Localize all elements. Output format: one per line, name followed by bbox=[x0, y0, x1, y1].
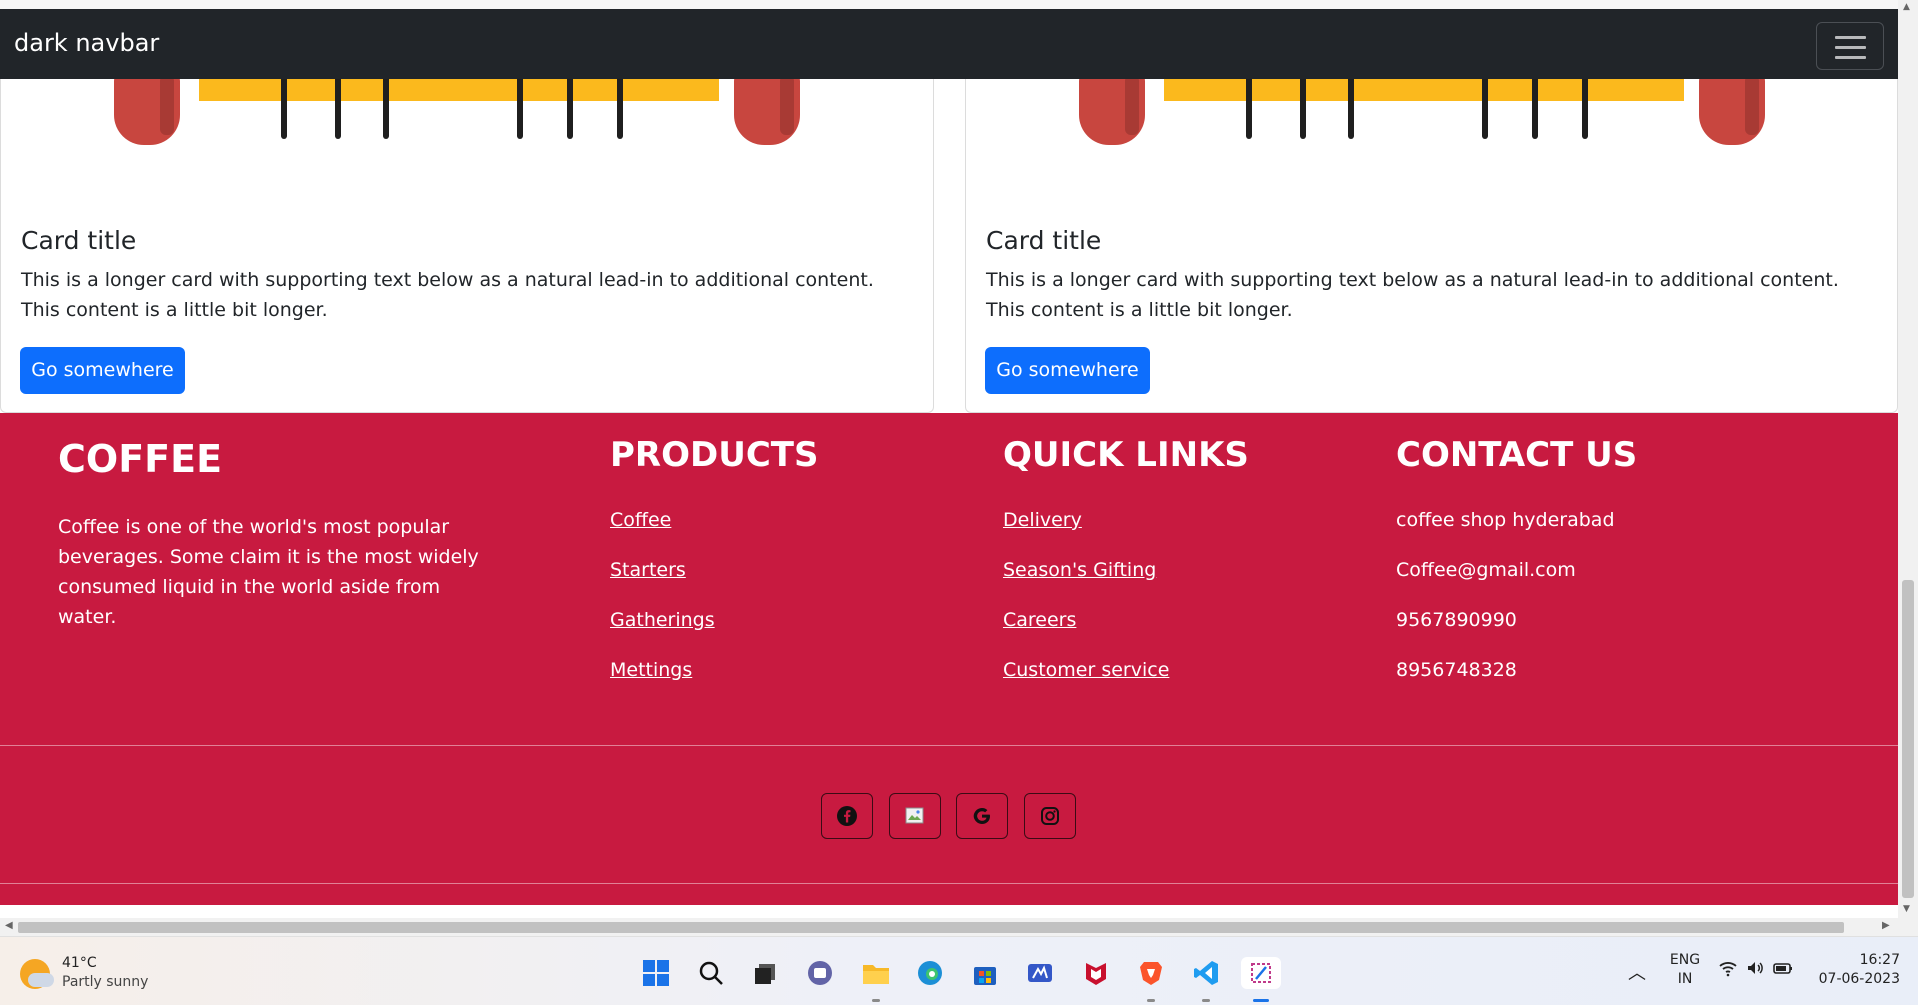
dark-navbar: dark navbar bbox=[0, 9, 1898, 79]
footer-about-title: COFFEE bbox=[58, 437, 223, 481]
navbar-toggler-button[interactable] bbox=[1816, 22, 1884, 70]
scroll-up-arrow-icon[interactable]: ▲ bbox=[1903, 2, 1910, 12]
broken-image-icon bbox=[905, 807, 924, 824]
system-tray-icons[interactable] bbox=[1718, 959, 1794, 977]
footer-link-starters[interactable]: Starters bbox=[610, 559, 686, 581]
language-indicator[interactable]: ENG IN bbox=[1668, 951, 1702, 989]
scroll-down-arrow-icon[interactable]: ▼ bbox=[1903, 904, 1910, 914]
vertical-scrollbar[interactable]: ▲ ▼ bbox=[1898, 0, 1918, 936]
contact-phone-2: 8956748328 bbox=[1396, 659, 1517, 681]
speaker-icon bbox=[1748, 962, 1763, 974]
search-icon[interactable] bbox=[695, 957, 727, 989]
lang-line-1: ENG bbox=[1669, 952, 1701, 968]
plant-pot-right bbox=[734, 63, 800, 145]
brave-icon[interactable] bbox=[1135, 957, 1167, 989]
vscode-icon[interactable] bbox=[1190, 957, 1222, 989]
footer-link-coffee[interactable]: Coffee bbox=[610, 509, 671, 531]
horizontal-scrollbar[interactable]: ◀ ▶ bbox=[0, 918, 1898, 936]
chevron-up-icon[interactable]: ︿ bbox=[1628, 959, 1646, 985]
clock-date: 07-06-2023 bbox=[1818, 971, 1900, 987]
system-clock[interactable]: 16:27 07-06-2023 bbox=[1810, 951, 1900, 989]
footer-about-text: Coffee is one of the world's most popula… bbox=[58, 516, 479, 628]
navbar-brand[interactable]: dark navbar bbox=[14, 29, 159, 57]
footer-contact-title: CONTACT US bbox=[1396, 435, 1638, 475]
weather-temperature: 41°C bbox=[62, 955, 97, 971]
footer-link-mettings[interactable]: Mettings bbox=[610, 659, 692, 681]
card-text: This is a longer card with supporting te… bbox=[21, 269, 874, 321]
footer-quick-links-title: QUICK LINKS bbox=[1003, 435, 1249, 475]
weather-widget[interactable]: 41°C Partly sunny bbox=[20, 955, 200, 995]
plant-pot-right bbox=[1699, 63, 1765, 145]
page-top-strip bbox=[0, 0, 1898, 9]
footer-link-customer-service[interactable]: Customer service bbox=[1003, 659, 1169, 681]
facebook-icon bbox=[837, 806, 857, 826]
card-title: Card title bbox=[21, 226, 137, 255]
battery-icon bbox=[1773, 963, 1792, 974]
file-explorer-icon[interactable] bbox=[860, 957, 892, 989]
weather-condition: Partly sunny bbox=[62, 974, 149, 990]
scroll-right-arrow-icon[interactable]: ▶ bbox=[1882, 920, 1890, 931]
instagram-icon bbox=[1041, 807, 1059, 825]
footer-link-delivery[interactable]: Delivery bbox=[1003, 509, 1082, 531]
mcafee-icon[interactable] bbox=[1080, 957, 1112, 989]
edge-icon[interactable] bbox=[914, 957, 946, 989]
browser-viewport: Card title This is a longer card with su… bbox=[0, 0, 1898, 926]
windows-start-icon[interactable] bbox=[640, 957, 672, 989]
footer: COFFEE Coffee is one of the world's most… bbox=[0, 413, 1898, 905]
footer-bottom-divider bbox=[0, 883, 1898, 884]
footer-divider bbox=[0, 745, 1898, 746]
card: Card title This is a longer card with su… bbox=[0, 40, 934, 413]
hamburger-icon bbox=[1835, 36, 1866, 39]
go-somewhere-button[interactable]: Go somewhere bbox=[20, 347, 185, 394]
whiteboard-icon[interactable] bbox=[1024, 957, 1056, 989]
lang-line-2: IN bbox=[1677, 971, 1693, 987]
teams-chat-icon[interactable] bbox=[804, 957, 836, 989]
footer-products-title: PRODUCTS bbox=[610, 435, 819, 475]
horizontal-scrollbar-thumb[interactable] bbox=[18, 922, 1844, 933]
contact-phone-1: 9567890990 bbox=[1396, 609, 1517, 631]
footer-link-seasons-gifting[interactable]: Season's Gifting bbox=[1003, 559, 1156, 581]
scroll-left-arrow-icon[interactable]: ◀ bbox=[5, 920, 13, 931]
facebook-button[interactable] bbox=[821, 793, 873, 839]
google-icon bbox=[973, 808, 990, 824]
store-icon[interactable] bbox=[969, 957, 1001, 989]
google-button[interactable] bbox=[956, 793, 1008, 839]
go-somewhere-button[interactable]: Go somewhere bbox=[985, 347, 1150, 394]
instagram-button[interactable] bbox=[1024, 793, 1076, 839]
contact-address: coffee shop hyderabad bbox=[1396, 509, 1615, 531]
broken-image-button[interactable] bbox=[889, 793, 941, 839]
footer-link-careers[interactable]: Careers bbox=[1003, 609, 1076, 631]
card-title: Card title bbox=[986, 226, 1102, 255]
card-text: This is a longer card with supporting te… bbox=[986, 269, 1839, 321]
footer-link-gatherings[interactable]: Gatherings bbox=[610, 609, 715, 631]
task-view-icon[interactable] bbox=[749, 957, 781, 989]
snipping-tool-icon[interactable] bbox=[1241, 957, 1281, 989]
vertical-scrollbar-thumb[interactable] bbox=[1902, 580, 1914, 898]
card: Card title This is a longer card with su… bbox=[965, 40, 1898, 413]
contact-email: Coffee@gmail.com bbox=[1396, 559, 1576, 581]
plant-pot-left bbox=[1079, 63, 1145, 145]
clock-time: 16:27 bbox=[1859, 952, 1900, 968]
wifi-icon bbox=[1719, 962, 1737, 977]
plant-pot-left bbox=[114, 63, 180, 145]
windows-taskbar: 41°C Partly sunny ︿ ENG IN 16:27 07-06-2… bbox=[0, 936, 1918, 1005]
